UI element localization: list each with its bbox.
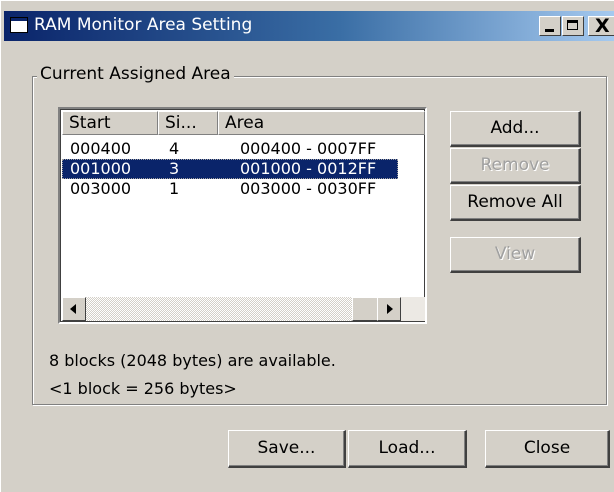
- title-bar[interactable]: RAM Monitor Area Setting X: [4, 11, 614, 41]
- minimize-icon[interactable]: [539, 16, 561, 36]
- close-icon[interactable]: X: [588, 15, 614, 37]
- scrollbar-thumb[interactable]: [352, 297, 378, 321]
- cell-area: 001000 - 0012FF: [240, 159, 377, 178]
- window-icon: [10, 17, 28, 33]
- load-button[interactable]: Load...: [348, 430, 467, 468]
- close-glyph: X: [595, 15, 610, 37]
- right-arrow-icon: [387, 304, 393, 314]
- column-header-size[interactable]: Si...: [158, 111, 218, 135]
- scroll-right-button[interactable]: [377, 297, 401, 321]
- available-blocks-text: 8 blocks (2048 bytes) are available.: [49, 351, 336, 370]
- column-header-start[interactable]: Start: [62, 111, 158, 135]
- window-title: RAM Monitor Area Setting: [34, 15, 253, 35]
- cell-area: 000400 - 0007FF: [240, 139, 377, 158]
- cell-size: 3: [169, 159, 180, 178]
- area-list[interactable]: Start Si... Area 000400 4 000400 - 0007F…: [58, 107, 427, 324]
- scrollbar-track[interactable]: [86, 297, 377, 321]
- close-button[interactable]: Close: [485, 430, 610, 468]
- list-item[interactable]: 000400 4 000400 - 0007FF: [62, 139, 398, 159]
- horizontal-scrollbar[interactable]: [62, 297, 425, 321]
- remove-button[interactable]: Remove: [450, 148, 581, 184]
- scroll-left-button[interactable]: [62, 297, 86, 321]
- cell-start: 001000: [70, 159, 132, 178]
- cell-start: 003000: [70, 179, 132, 198]
- left-arrow-icon: [70, 304, 76, 314]
- view-button[interactable]: View: [450, 237, 581, 273]
- list-header: Start Si... Area: [62, 111, 425, 135]
- cell-area: 003000 - 0030FF: [240, 179, 377, 198]
- column-header-area[interactable]: Area: [218, 111, 425, 135]
- add-button[interactable]: Add...: [450, 111, 581, 147]
- cell-start: 000400: [70, 139, 132, 158]
- cell-size: 4: [169, 139, 180, 158]
- block-size-text: <1 block = 256 bytes>: [49, 379, 237, 398]
- maximize-icon[interactable]: [562, 16, 584, 36]
- list-item[interactable]: 003000 1 003000 - 0030FF: [62, 179, 398, 199]
- group-label: Current Assigned Area: [37, 64, 234, 84]
- dialog-window: RAM Monitor Area Setting X Current Assig…: [0, 0, 614, 492]
- list-item-selected[interactable]: 001000 3 001000 - 0012FF: [62, 159, 398, 179]
- remove-all-button[interactable]: Remove All: [450, 185, 581, 221]
- cell-size: 1: [169, 179, 180, 198]
- save-button[interactable]: Save...: [228, 430, 346, 468]
